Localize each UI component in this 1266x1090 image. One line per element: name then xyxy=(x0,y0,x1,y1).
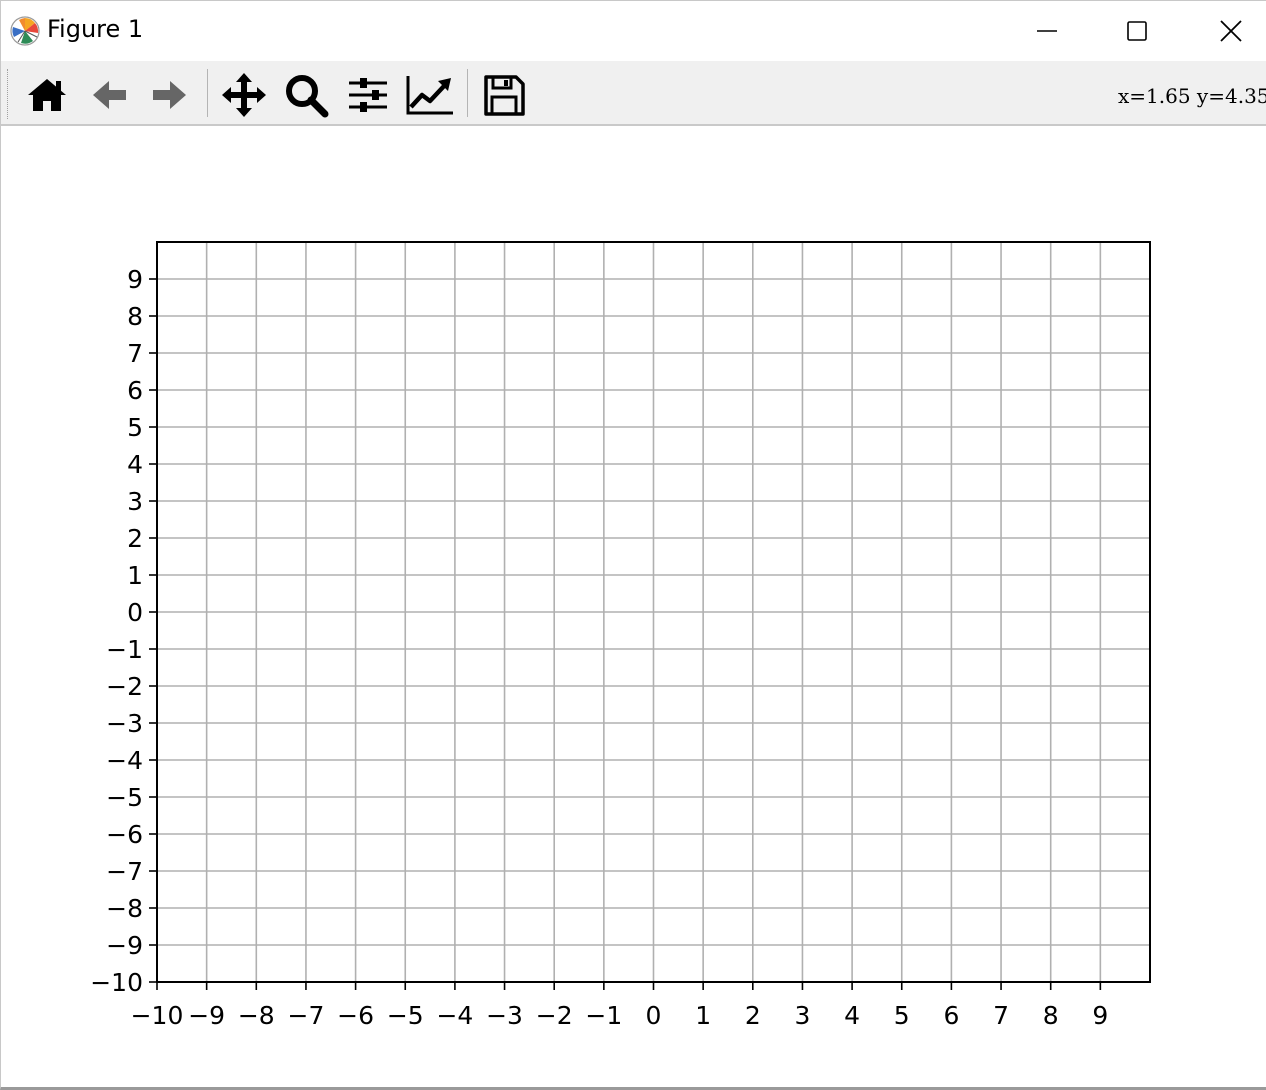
x-tick-label: −8 xyxy=(238,1001,275,1030)
home-button[interactable] xyxy=(21,69,73,121)
forward-button[interactable] xyxy=(144,69,196,121)
x-tick-label: 0 xyxy=(646,1001,662,1030)
y-tick-label: −1 xyxy=(106,635,143,664)
y-tick-label: −4 xyxy=(106,746,143,775)
x-tick-label: −10 xyxy=(131,1001,184,1030)
y-tick-label: −9 xyxy=(106,931,143,960)
save-button[interactable] xyxy=(478,69,530,121)
magnifier-icon xyxy=(286,75,329,118)
arrow-right-icon xyxy=(153,81,186,109)
y-tick-label: −10 xyxy=(90,968,143,997)
x-tick-label: 9 xyxy=(1092,1001,1108,1030)
x-tick-label: 8 xyxy=(1043,1001,1059,1030)
window-title: Figure 1 xyxy=(47,15,144,43)
y-tick-label: 4 xyxy=(127,450,143,479)
y-tick-label: 5 xyxy=(127,413,143,442)
x-tick-label: −9 xyxy=(188,1001,225,1030)
grid-lines xyxy=(156,242,1150,983)
title-bar[interactable]: Figure 1 xyxy=(1,1,1266,61)
y-tick-label: −6 xyxy=(106,820,143,849)
x-tick-label: 3 xyxy=(794,1001,810,1030)
matplotlib-logo-icon xyxy=(10,16,40,46)
y-tick-label: 7 xyxy=(127,339,143,368)
x-tick-label: 1 xyxy=(695,1001,711,1030)
y-tick-label: 3 xyxy=(127,487,143,516)
x-tick-label: −1 xyxy=(585,1001,622,1030)
y-tick-label: −3 xyxy=(106,709,143,738)
x-tick-label: −6 xyxy=(337,1001,374,1030)
navigation-toolbar: x=1.65 y=4.35 xyxy=(1,61,1266,126)
axis-ticks xyxy=(149,278,1102,990)
y-tick-label: 9 xyxy=(127,265,143,294)
cursor-coordinates: x=1.65 y=4.35 xyxy=(1118,84,1266,108)
x-tick-label: −3 xyxy=(486,1001,523,1030)
minimize-icon xyxy=(1037,30,1057,32)
line-chart-icon xyxy=(406,76,453,115)
maximize-button[interactable] xyxy=(1117,11,1157,51)
home-icon xyxy=(28,79,66,111)
x-tick-label: 2 xyxy=(745,1001,761,1030)
x-tick-label: −7 xyxy=(288,1001,325,1030)
toolbar-separator xyxy=(467,69,468,117)
pan-button[interactable] xyxy=(218,69,270,121)
floppy-disk-icon xyxy=(484,75,525,116)
edit-axes-button[interactable] xyxy=(404,69,456,121)
maximize-icon xyxy=(1127,21,1147,41)
sliders-icon xyxy=(349,78,387,112)
x-tick-label: −5 xyxy=(387,1001,424,1030)
y-tick-label: 1 xyxy=(127,561,143,590)
y-tick-label: 6 xyxy=(127,376,143,405)
y-tick-label: −2 xyxy=(106,672,143,701)
close-icon xyxy=(1220,20,1242,42)
back-button[interactable] xyxy=(83,69,135,121)
zoom-button[interactable] xyxy=(280,69,332,121)
move-arrows-icon xyxy=(222,73,266,117)
minimize-button[interactable] xyxy=(1027,11,1067,51)
y-tick-label: 2 xyxy=(127,524,143,553)
configure-subplots-button[interactable] xyxy=(342,69,394,121)
y-tick-label: 0 xyxy=(127,598,143,627)
arrow-left-icon xyxy=(93,81,126,109)
x-tick-label: −2 xyxy=(536,1001,573,1030)
x-tick-label: −4 xyxy=(436,1001,473,1030)
y-tick-label: −8 xyxy=(106,894,143,923)
figure-window: Figure 1 x=1.65 y=4.35 −10 −9 −8 −7 −6 −… xyxy=(0,0,1266,1090)
y-tick-label: −7 xyxy=(106,857,143,886)
toolbar-separator xyxy=(207,69,208,117)
toolbar-grip[interactable] xyxy=(7,69,10,119)
y-tick-label: −5 xyxy=(106,783,143,812)
x-tick-label: 4 xyxy=(844,1001,860,1030)
x-tick-label: 7 xyxy=(993,1001,1009,1030)
y-tick-label: 8 xyxy=(127,302,143,331)
x-tick-label: 6 xyxy=(943,1001,959,1030)
close-button[interactable] xyxy=(1211,11,1251,51)
tick-labels: −10 −9 −8 −7 −6 −5 −4 −3 −2 −1 0 1 2 3 4 5 6 7 8 9−10−9−8−7… xyxy=(90,265,1108,1030)
x-tick-label: 5 xyxy=(894,1001,910,1030)
plot-canvas[interactable]: −10 −9 −8 −7 −6 −5 −4 −3 −2 −1 0 1 2 3 4 5 6 7 8 9−10−9−8−7… xyxy=(1,126,1266,1088)
